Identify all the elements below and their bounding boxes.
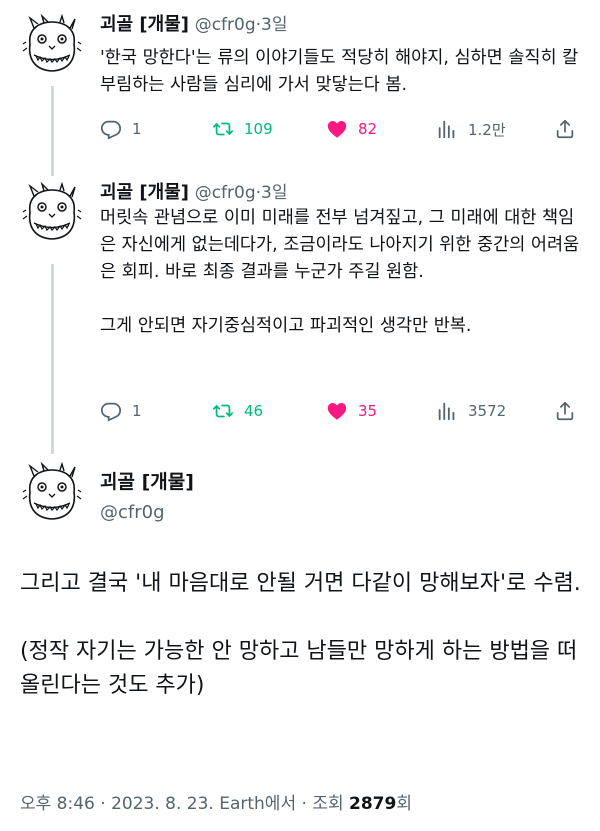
- retweet-button[interactable]: 109: [212, 116, 273, 142]
- views-count: 2879: [349, 794, 397, 814]
- tweet[interactable]: 괴골 [개물] @cfr0g·3일 머릿속 관념으로 이미 미래를 전부 넘겨짚…: [0, 170, 600, 450]
- avatar-doodle[interactable]: [20, 462, 84, 526]
- tweet-metadata: 오후 8:46 · 2023. 8. 23. Earth에서 · 조회 2879…: [20, 789, 412, 814]
- like-icon: [327, 121, 347, 138]
- separator-dot: ·: [100, 794, 112, 814]
- tweet[interactable]: 괴골 [개물] @cfr0g·3일 '한국 망한다'는 류의 이야기들도 적당히…: [0, 0, 600, 170]
- share-icon: [556, 401, 574, 421]
- views-label: 조회: [312, 794, 344, 814]
- main-tweet-header: 괴골 [개물] @cfr0g: [100, 470, 194, 525]
- tweet-text-paragraph: '한국 망한다'는 류의 이야기들도 적당히 해야지, 심하면 솔직히 칼부림하…: [100, 48, 579, 95]
- main-tweet: 괴골 [개물] @cfr0g 그리고 결국 '내 마음대로 안될 거면 다같이 …: [0, 450, 600, 831]
- author-name[interactable]: 괴골 [개물]: [100, 470, 194, 494]
- like-button[interactable]: 35: [326, 398, 377, 424]
- tweet-text-paragraph: 머릿속 관념으로 이미 미래를 전부 넘겨짚고, 그 미래에 대한 책임은 자신…: [100, 208, 580, 282]
- views-button[interactable]: 3572: [436, 398, 506, 424]
- author-handle[interactable]: @cfr0g: [195, 183, 256, 203]
- tweet-text-paragraph: 그게 안되면 자기중심적이고 파괴적인 생각만 반복.: [100, 316, 472, 336]
- tweet-thread: 괴골 [개물] @cfr0g·3일 '한국 망한다'는 류의 이야기들도 적당히…: [0, 0, 600, 831]
- views-button[interactable]: 1.2만: [436, 116, 506, 142]
- author-handle[interactable]: @cfr0g: [100, 501, 194, 525]
- tweet-text-paragraph: (정작 자기는 가능한 안 망하고 남들만 망하게 하는 방법을 떠올린다는 것…: [20, 639, 578, 698]
- retweet-button[interactable]: 46: [212, 398, 263, 424]
- views-count: 3572: [468, 402, 507, 420]
- like-icon: [327, 403, 347, 420]
- tweet-date[interactable]: 2023. 8. 23.: [111, 794, 214, 814]
- author-name[interactable]: 괴골 [개물]: [100, 14, 189, 35]
- tweet-header: 괴골 [개물] @cfr0g·3일: [100, 181, 288, 205]
- like-count: 82: [358, 120, 378, 138]
- reply-icon: [100, 120, 122, 140]
- tweet-source: Earth에서: [219, 794, 297, 814]
- views-count: 1.2만: [468, 120, 506, 139]
- reply-button[interactable]: 1: [100, 116, 142, 142]
- tweet-header: 괴골 [개물] @cfr0g·3일: [100, 13, 288, 37]
- separator-dot: ·: [301, 794, 313, 814]
- tweet-time[interactable]: 3일: [261, 183, 287, 203]
- views-suffix: 회: [396, 794, 412, 814]
- reply-button[interactable]: 1: [100, 398, 142, 424]
- share-button[interactable]: [554, 116, 586, 142]
- like-count: 35: [358, 402, 378, 420]
- like-button[interactable]: 82: [326, 116, 377, 142]
- reply-count: 1: [132, 120, 142, 138]
- main-tweet-text: 그리고 결국 '내 마음대로 안될 거면 다같이 망해보자'로 수렴. (정작 …: [20, 567, 590, 703]
- tweet-actions: 1 109 82 1.2만: [100, 116, 585, 142]
- retweet-count: 109: [244, 120, 273, 138]
- avatar-doodle[interactable]: [20, 14, 84, 78]
- retweet-count: 46: [244, 402, 264, 420]
- tweet-text: 머릿속 관념으로 이미 미래를 전부 넘겨짚고, 그 미래에 대한 책임은 자신…: [100, 205, 590, 340]
- views-icon: [438, 120, 455, 139]
- retweet-icon: [212, 122, 234, 136]
- reply-icon: [100, 402, 122, 422]
- reply-count: 1: [132, 402, 142, 420]
- tweet-actions: 1 46 35 3572: [100, 398, 585, 424]
- tweet-time[interactable]: 오후 8:46: [20, 794, 95, 814]
- retweet-icon: [212, 404, 234, 418]
- views-icon: [438, 402, 455, 421]
- share-icon: [556, 119, 574, 139]
- tweet-text: '한국 망한다'는 류의 이야기들도 적당히 해야지, 심하면 솔직히 칼부림하…: [100, 45, 590, 99]
- tweet-text-paragraph: 그리고 결국 '내 마음대로 안될 거면 다같이 망해보자'로 수렴.: [20, 571, 581, 596]
- avatar-doodle[interactable]: [20, 182, 84, 246]
- share-button[interactable]: [554, 398, 586, 424]
- author-handle[interactable]: @cfr0g: [195, 15, 256, 35]
- author-name[interactable]: 괴골 [개물]: [100, 182, 189, 203]
- tweet-time[interactable]: 3일: [261, 15, 287, 35]
